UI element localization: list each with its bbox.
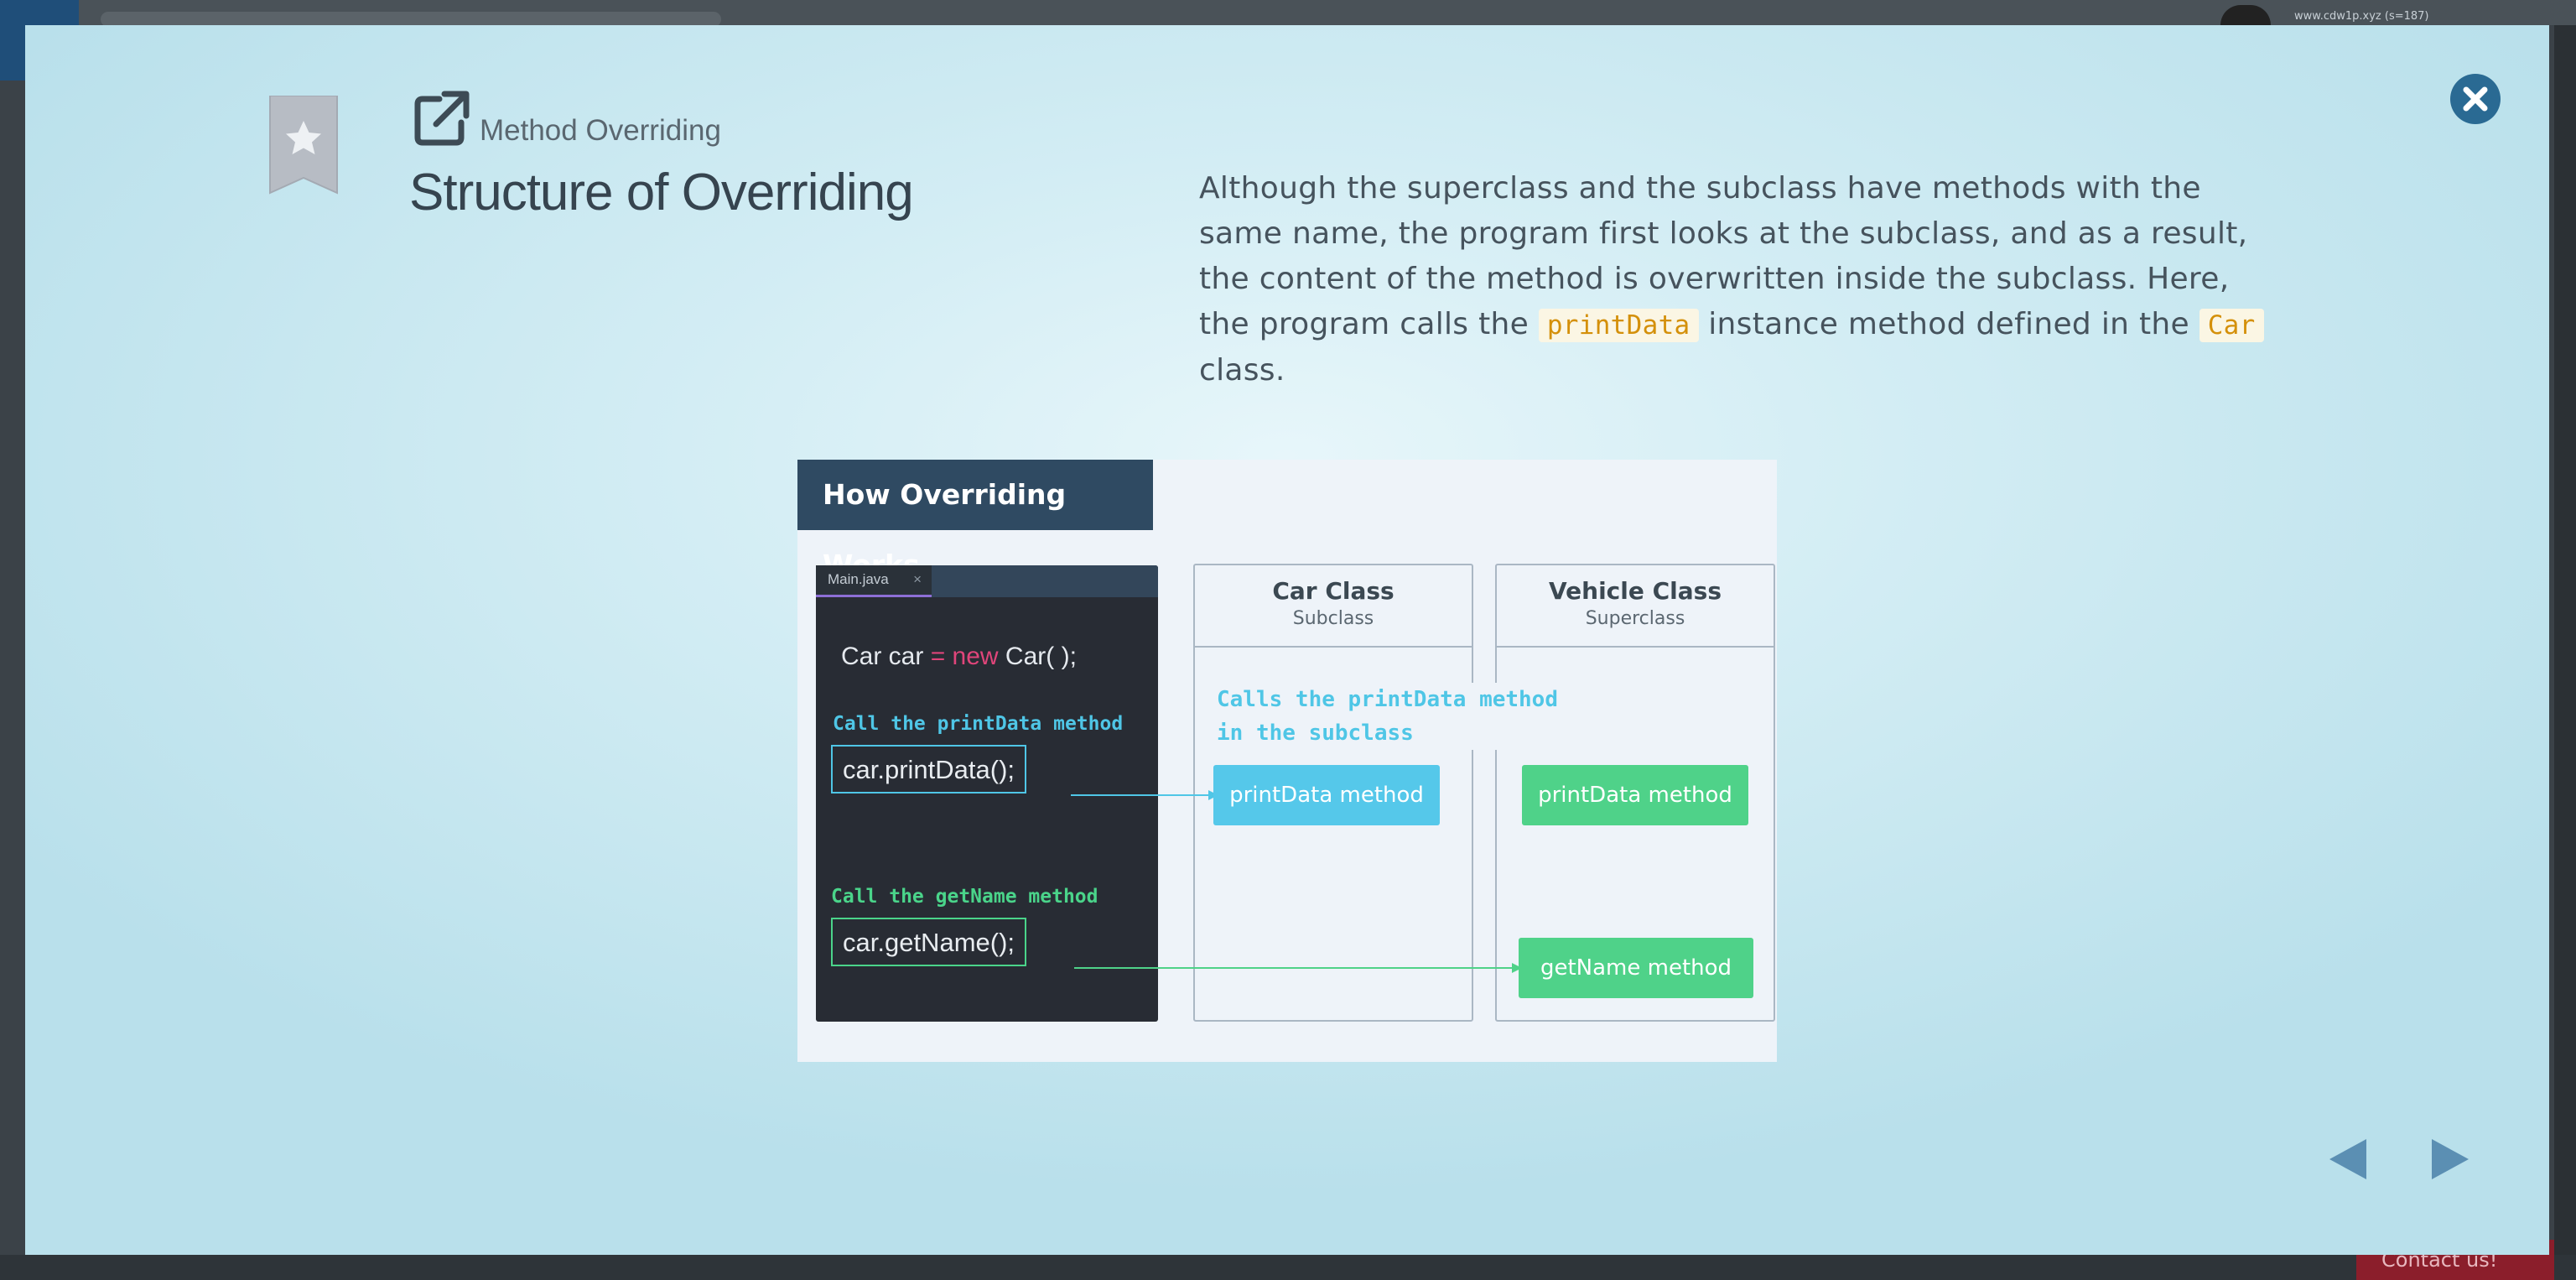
car-printdata-method: printData method: [1213, 765, 1440, 825]
background-url-text: www.cdw1p.xyz (s=187): [2294, 10, 2429, 23]
arrow-left-icon[interactable]: [2326, 1136, 2370, 1183]
vehicle-getname-method: getName method: [1519, 938, 1753, 998]
background-bottom-bar: [0, 1255, 2576, 1280]
slide-description: Although the superclass and the subclass…: [1199, 166, 2289, 393]
arrow-right-icon[interactable]: [2428, 1136, 2472, 1183]
close-icon[interactable]: [2449, 72, 2502, 126]
note-line-1: Calls the printData method: [1217, 687, 1558, 712]
overriding-diagram: How Overriding Works Main.java × Car car…: [797, 460, 1777, 1062]
vehicle-printdata-method: printData method: [1522, 765, 1748, 825]
external-link-icon[interactable]: [411, 89, 471, 149]
note-line-2: in the subclass: [1217, 721, 1414, 746]
description-text: class.: [1199, 353, 1285, 388]
bookmark-star-icon[interactable]: [268, 96, 339, 195]
inline-code-printdata: printData: [1538, 309, 1699, 342]
inline-code-car: Car: [2199, 309, 2264, 342]
page-title: Structure of Overriding: [409, 164, 914, 221]
description-text: instance method defined in the: [1698, 307, 2199, 341]
slide-modal: Method Overriding Structure of Overridin…: [25, 25, 2549, 1255]
section-label: Method Overriding: [480, 114, 721, 147]
subclass-call-note: Calls the printData method in the subcla…: [1217, 683, 1670, 750]
scrollbar[interactable]: [2554, 25, 2576, 1255]
